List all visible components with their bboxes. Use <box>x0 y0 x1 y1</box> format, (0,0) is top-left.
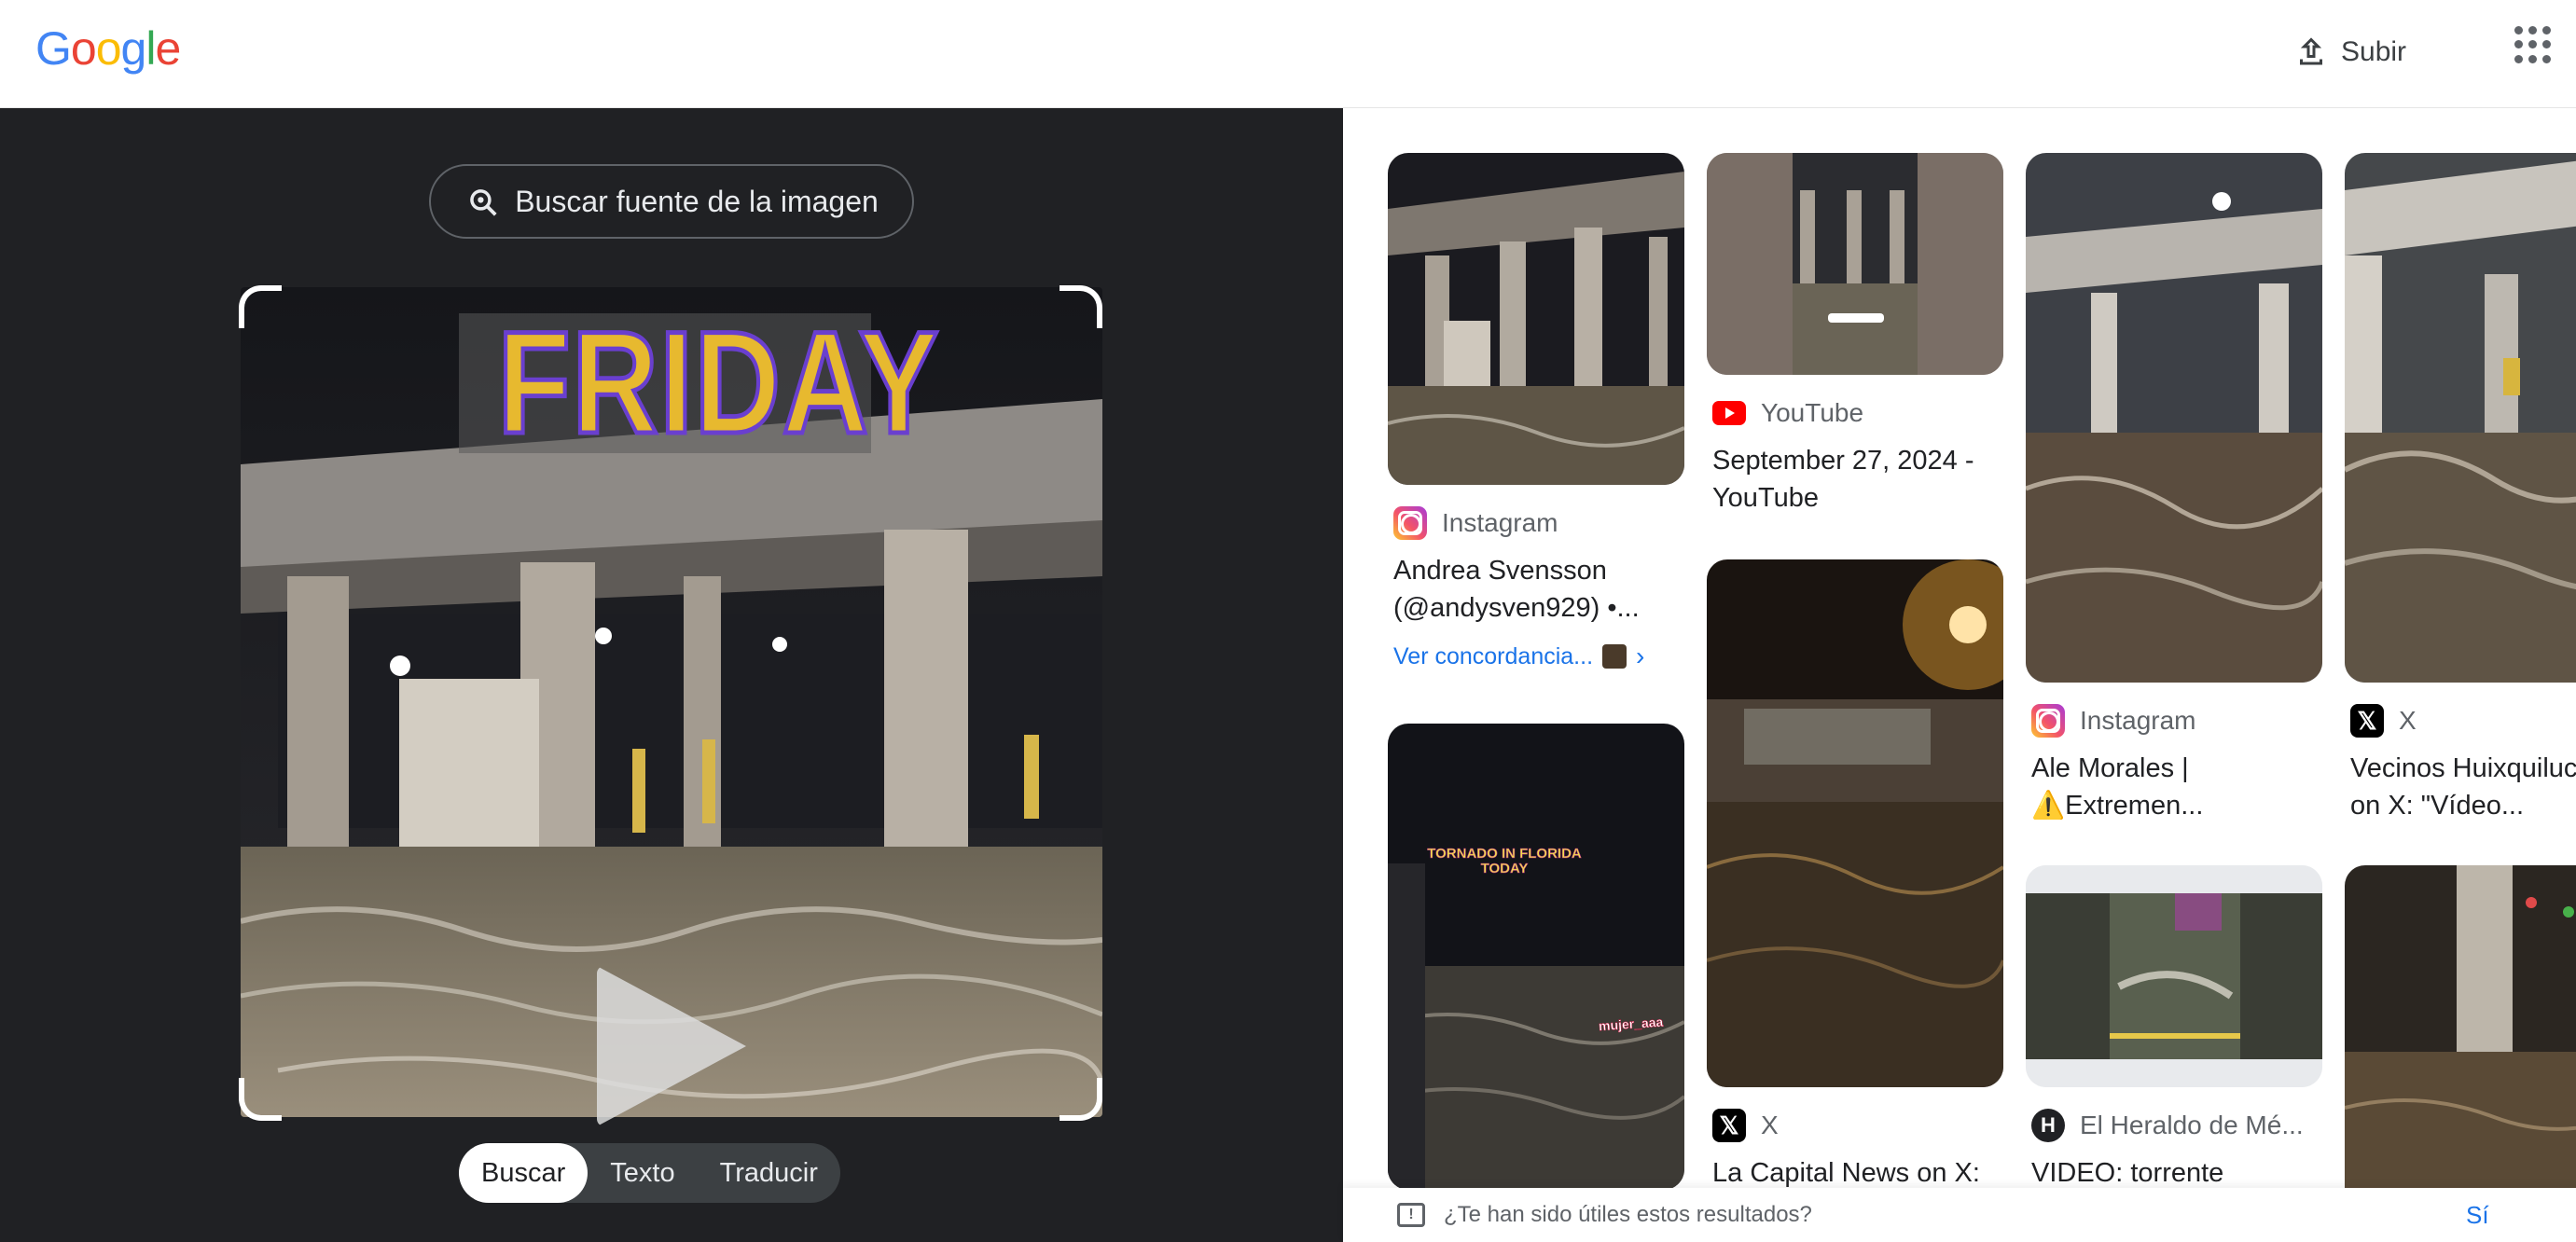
result-thumbnail[interactable] <box>2026 153 2322 683</box>
play-icon[interactable] <box>597 966 746 1126</box>
tab-search[interactable]: Buscar <box>459 1143 589 1203</box>
friday-overlay-text: FRIDAY <box>496 302 941 464</box>
match-thumbnail-icon <box>1602 644 1627 669</box>
feedback-yes-button[interactable]: Sí <box>2466 1201 2489 1230</box>
result-thumbnail[interactable] <box>1707 153 2003 375</box>
youtube-icon <box>1712 401 1746 425</box>
upload-label: Subir <box>2341 36 2407 67</box>
result-card[interactable] <box>2345 865 2576 1242</box>
result-source: 𝕏X <box>2350 703 2576 738</box>
result-thumbnail[interactable] <box>2345 153 2576 683</box>
source-name: YouTube <box>1761 398 1864 427</box>
result-card[interactable]: 𝕏X La Capital News on X: <box>1707 559 2003 1192</box>
result-thumbnail[interactable] <box>2345 865 2576 1242</box>
feedback-icon: ! <box>1397 1203 1425 1227</box>
logo-letter: o <box>70 22 97 75</box>
instagram-icon <box>2031 704 2065 738</box>
result-title[interactable]: La Capital News on X: <box>1712 1154 2001 1192</box>
result-card[interactable]: TORNADO IN FLORIDA TODAY mujer_aaa <box>1388 724 1684 1190</box>
top-bar: Google Subir <box>0 0 2576 108</box>
chevron-right-icon: › <box>1636 642 1645 670</box>
logo-letter: e <box>155 22 181 75</box>
result-source: YouTube <box>1712 395 2003 431</box>
result-card[interactable]: YouTube September 27, 2024 - YouTube <box>1707 153 2003 517</box>
logo-letter: g <box>120 22 147 75</box>
crop-handle-top-right[interactable] <box>1059 285 1102 328</box>
logo-letter: o <box>95 22 122 75</box>
source-name: El Heraldo de Mé... <box>2080 1111 2304 1139</box>
source-name: Instagram <box>1442 508 1558 537</box>
source-name: Instagram <box>2080 706 2196 735</box>
result-card[interactable]: Instagram Andrea Svensson (@andysven929)… <box>1388 153 1684 671</box>
lens-image-panel: Buscar fuente de la imagen FRIDAY Buscar… <box>0 108 1343 1242</box>
google-logo[interactable]: Google <box>35 21 181 76</box>
tornado-overlay-text: TORNADO IN FLORIDA TODAY <box>1427 846 1582 876</box>
result-title[interactable]: Vecinos Huixquilucan on X: "Vídeo... <box>2350 750 2576 824</box>
result-title[interactable]: VIDEO: torrente <box>2031 1154 2320 1192</box>
result-thumbnail[interactable]: TORNADO IN FLORIDA TODAY mujer_aaa <box>1388 724 1684 1190</box>
crop-handle-top-left[interactable] <box>239 285 282 328</box>
tab-translate[interactable]: Traducir <box>698 1143 840 1203</box>
feedback-bar: ! ¿Te han sido útiles estos resultados? … <box>1343 1188 2576 1242</box>
result-thumbnail[interactable] <box>1388 153 1684 485</box>
heraldo-icon: H <box>2031 1109 2065 1142</box>
result-title[interactable]: Andrea Svensson (@andysven929) •... <box>1393 552 1683 627</box>
result-source: Instagram <box>1393 505 1684 541</box>
find-source-label: Buscar fuente de la imagen <box>515 184 879 218</box>
instagram-icon <box>1393 506 1427 540</box>
x-icon: 𝕏 <box>1712 1109 1746 1142</box>
tab-text[interactable]: Texto <box>588 1143 697 1203</box>
result-title[interactable]: Ale Morales | ⚠️Extremen... <box>2031 750 2320 824</box>
result-card[interactable]: H El Heraldo de Mé... VIDEO: torrente <box>2026 865 2322 1192</box>
lens-mode-tabs: Buscar Texto Traducir <box>459 1143 840 1203</box>
result-thumbnail[interactable] <box>2026 865 2322 1087</box>
find-image-source-button[interactable]: Buscar fuente de la imagen <box>429 164 914 239</box>
result-card[interactable]: Instagram Ale Morales | ⚠️Extremen... <box>2026 153 2322 824</box>
see-match-link[interactable]: Ver concordancia... › <box>1393 642 1684 671</box>
source-name: X <box>2399 706 2417 735</box>
upload-icon <box>2300 37 2322 65</box>
visual-matches-panel: Instagram Andrea Svensson (@andysven929)… <box>1343 108 2576 1242</box>
result-card[interactable]: 𝕏X Vecinos Huixquilucan on X: "Vídeo... <box>2345 153 2576 824</box>
logo-letter: G <box>35 22 72 75</box>
source-name: X <box>1761 1111 1779 1139</box>
result-title[interactable]: September 27, 2024 - YouTube <box>1712 442 2001 517</box>
feedback-question: ¿Te han sido útiles estos resultados? <box>1444 1202 1812 1227</box>
result-thumbnail[interactable] <box>1707 559 2003 1087</box>
crop-handle-bottom-left[interactable] <box>239 1078 282 1121</box>
upload-button[interactable]: Subir <box>2294 26 2406 78</box>
result-source: Instagram <box>2031 703 2322 738</box>
logo-letter: l <box>145 22 156 75</box>
apps-grid-icon[interactable] <box>2514 26 2552 63</box>
x-icon: 𝕏 <box>2350 704 2384 738</box>
result-source: 𝕏X <box>1712 1108 2003 1143</box>
see-match-label: Ver concordancia... <box>1393 642 1594 669</box>
lens-search-icon <box>470 189 497 216</box>
result-source: H El Heraldo de Mé... <box>2031 1108 2322 1143</box>
